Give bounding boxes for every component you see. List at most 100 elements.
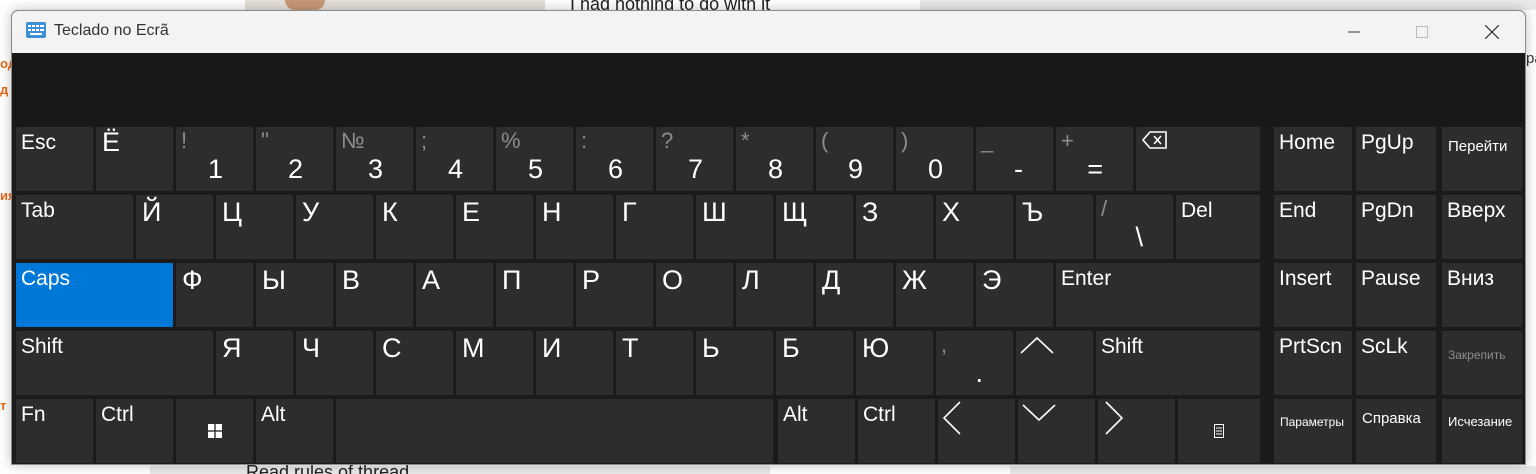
key-home[interactable]: Home [1274, 127, 1352, 191]
background-fragment: д [0, 82, 9, 97]
title-bar[interactable]: Teclado no Ecrã [12, 11, 1525, 53]
key-space[interactable] [336, 399, 773, 463]
key-label: С [382, 333, 402, 363]
key-label: PrtScn [1279, 335, 1343, 358]
key-scroll-up[interactable]: Вверх [1442, 195, 1522, 259]
key-letter[interactable]: Ъ [1016, 195, 1093, 259]
close-button[interactable] [1457, 11, 1525, 53]
key-arrow-down[interactable] [1018, 399, 1095, 463]
key-label: Ctrl [863, 403, 896, 426]
key-digit-4[interactable]: ; 4 [416, 127, 493, 191]
key-del[interactable]: Del [1176, 195, 1260, 259]
key-letter[interactable]: Э [976, 263, 1053, 327]
key-dock: Закрепить [1442, 331, 1522, 395]
key-period[interactable]: ,. [936, 331, 1013, 395]
key-digit-9[interactable]: (9 [816, 127, 893, 191]
key-label: 6 [607, 154, 623, 184]
key-caps[interactable]: Caps [16, 263, 173, 327]
key-letter[interactable]: Г [616, 195, 693, 259]
key-letter[interactable]: Щ [776, 195, 853, 259]
key-letter[interactable]: Ж [896, 263, 973, 327]
key-goto[interactable]: Перейти [1442, 127, 1522, 191]
key-letter[interactable]: И [536, 331, 613, 395]
key-letter[interactable]: Ц [216, 195, 293, 259]
key-prtscn[interactable]: PrtScn [1274, 331, 1352, 395]
key-enter[interactable]: Enter [1056, 263, 1260, 327]
key-label: = [1087, 154, 1103, 184]
key-backslash[interactable]: / \ [1096, 195, 1173, 259]
key-letter[interactable]: Е [456, 195, 533, 259]
key-fade[interactable]: Исчезание [1442, 399, 1522, 463]
key-shift-left[interactable]: Shift [16, 331, 213, 395]
key-letter[interactable]: У [296, 195, 373, 259]
key-letter[interactable]: Т [616, 331, 693, 395]
key-alt-right[interactable]: Alt [778, 399, 855, 463]
key-arrow-right[interactable] [1098, 399, 1175, 463]
key-digit-2[interactable]: " 2 [256, 127, 333, 191]
key-letter[interactable]: Я [216, 331, 293, 395]
key-letter[interactable]: Р [576, 263, 653, 327]
key-pgdn[interactable]: PgDn [1356, 195, 1436, 259]
key-letter[interactable]: Ф [176, 263, 253, 327]
key-label: Л [742, 265, 760, 295]
key-pgup[interactable]: PgUp [1356, 127, 1436, 191]
key-minus[interactable]: _ - [976, 127, 1053, 191]
key-letter[interactable]: Ы [256, 263, 333, 327]
key-tab[interactable]: Tab [16, 195, 133, 259]
key-yo[interactable]: Ё [96, 127, 173, 191]
key-digit-6[interactable]: :6 [576, 127, 653, 191]
key-label: ScLk [1361, 335, 1408, 358]
key-ctrl-left[interactable]: Ctrl [96, 399, 173, 463]
key-letter[interactable]: Ь [696, 331, 773, 395]
key-context-menu[interactable] [1178, 399, 1260, 463]
key-letter[interactable]: В [336, 263, 413, 327]
key-letter[interactable]: Ш [696, 195, 773, 259]
key-arrow-left[interactable] [938, 399, 1015, 463]
key-letter[interactable]: Ч [296, 331, 373, 395]
key-letter[interactable]: Д [816, 263, 893, 327]
key-letter[interactable]: З [856, 195, 933, 259]
key-end[interactable]: End [1274, 195, 1352, 259]
key-digit-1[interactable]: ! 1 [176, 127, 253, 191]
key-options[interactable]: Параметры [1274, 399, 1352, 463]
key-windows[interactable] [176, 399, 253, 463]
key-backspace[interactable] [1136, 127, 1260, 191]
key-letter[interactable]: Х [936, 195, 1013, 259]
key-letter[interactable]: П [496, 263, 573, 327]
backspace-icon [1142, 131, 1167, 149]
key-digit-5[interactable]: % 5 [496, 127, 573, 191]
windows-icon [207, 424, 222, 438]
key-letter[interactable]: К [376, 195, 453, 259]
key-help[interactable]: Справка [1356, 399, 1436, 463]
key-label: У [302, 197, 320, 227]
key-equals[interactable]: + = [1056, 127, 1133, 191]
key-insert[interactable]: Insert [1274, 263, 1352, 327]
key-esc[interactable]: Esc [16, 127, 93, 191]
key-shift-right[interactable]: Shift [1096, 331, 1260, 395]
key-digit-3[interactable]: № 3 [336, 127, 413, 191]
key-letter[interactable]: А [416, 263, 493, 327]
key-label: Ctrl [101, 403, 134, 426]
key-alt-left[interactable]: Alt [256, 399, 333, 463]
key-digit-0[interactable]: ) 0 [896, 127, 973, 191]
arrow-right-icon [1105, 401, 1124, 435]
key-arrow-up[interactable] [1016, 331, 1093, 395]
key-label: 3 [367, 154, 383, 184]
key-letter[interactable]: М [456, 331, 533, 395]
background-fragment: т [0, 398, 7, 413]
key-letter[interactable]: Б [776, 331, 853, 395]
key-letter[interactable]: С [376, 331, 453, 395]
key-letter[interactable]: Н [536, 195, 613, 259]
key-letter[interactable]: Й [136, 195, 213, 259]
key-letter[interactable]: О [656, 263, 733, 327]
key-digit-7[interactable]: ? 7 [656, 127, 733, 191]
key-pause[interactable]: Pause [1356, 263, 1436, 327]
minimize-button[interactable] [1319, 11, 1389, 53]
key-scroll-down[interactable]: Вниз [1442, 263, 1522, 327]
key-fn[interactable]: Fn [16, 399, 93, 463]
key-ctrl-right[interactable]: Ctrl [858, 399, 935, 463]
key-letter[interactable]: Ю [856, 331, 933, 395]
key-letter[interactable]: Л [736, 263, 813, 327]
key-digit-8[interactable]: * 8 [736, 127, 813, 191]
key-sclk[interactable]: ScLk [1356, 331, 1436, 395]
